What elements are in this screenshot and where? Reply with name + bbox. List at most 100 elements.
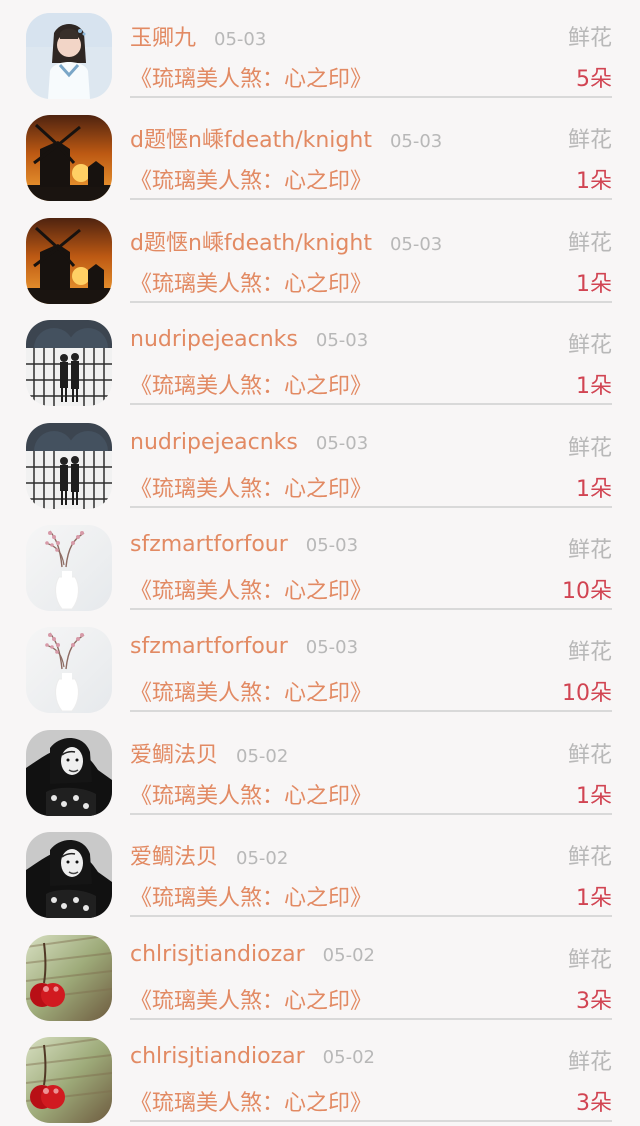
username-text: nudripejeacnks bbox=[130, 429, 298, 455]
gift-record-row[interactable]: d题惬n嵊fdeath/knight 05-03 鲜花《琉璃美人煞：心之印》 1朵 bbox=[0, 205, 640, 307]
gift-type: 鲜花 bbox=[567, 845, 612, 871]
book-title: 《琉璃美人煞：心之印》 bbox=[130, 886, 373, 912]
username: chlrisjtiandiozar 05-02 bbox=[130, 942, 375, 967]
gift-record-row[interactable]: 爱鲷法贝 05-02 鲜花《琉璃美人煞：心之印》 1朵 bbox=[0, 819, 640, 921]
username: d题惬n嵊fdeath/knight 05-03 bbox=[130, 225, 442, 257]
gift-type: 鲜花 bbox=[567, 1049, 612, 1075]
gift-count: 1朵 bbox=[576, 476, 612, 502]
gift-date: 05-02 bbox=[236, 745, 289, 767]
gift-type: 鲜花 bbox=[567, 128, 612, 154]
row-divider bbox=[130, 300, 612, 303]
username-text: 爱鲷法贝 bbox=[130, 845, 219, 871]
gift-count: 1朵 bbox=[576, 886, 612, 912]
gift-count: 3朵 bbox=[576, 1090, 612, 1116]
avatar[interactable] bbox=[26, 832, 112, 919]
row-divider bbox=[130, 812, 612, 815]
avatar[interactable] bbox=[26, 115, 112, 202]
username: 玉卿九 05-03 bbox=[130, 20, 266, 52]
gift-type: 鲜花 bbox=[567, 742, 612, 768]
gift-count: 10朵 bbox=[562, 681, 612, 707]
gift-date: 05-03 bbox=[315, 330, 369, 352]
gift-count: 3朵 bbox=[576, 988, 612, 1014]
username: 爱鲷法贝 05-02 bbox=[130, 839, 288, 871]
username: nudripejeacnks 05-03 bbox=[130, 430, 368, 455]
username-text: sfzmartforfour bbox=[130, 634, 288, 660]
gift-date: 05-02 bbox=[322, 944, 375, 966]
row-divider bbox=[130, 505, 612, 508]
gift-date: 05-03 bbox=[214, 29, 267, 50]
gift-record-list: 玉卿九 05-03 鲜花 《琉璃美人煞：心之印》 5朵 d题惬n嵊fdeath/knig… bbox=[0, 0, 640, 1125]
book-title: 《琉璃美人煞：心之印》 bbox=[130, 988, 373, 1014]
avatar[interactable] bbox=[26, 13, 112, 99]
username-text: chlrisjtiandiozar bbox=[130, 1043, 305, 1069]
gift-type: 鲜花 bbox=[567, 947, 612, 973]
gift-date: 05-03 bbox=[389, 233, 443, 255]
avatar[interactable] bbox=[26, 524, 112, 611]
username-text: d题惬n嵊fdeath/knight bbox=[130, 230, 372, 256]
book-title: 《琉璃美人煞：心之印》 bbox=[130, 578, 373, 604]
gift-type: 鲜花 bbox=[567, 435, 612, 461]
username-text: nudripejeacnks bbox=[130, 327, 298, 353]
gift-record-row[interactable]: chlrisjtiandiozar 05-02 鲜花《琉璃美人煞：心之印》 3朵 bbox=[0, 1024, 640, 1126]
gift-count: 1朵 bbox=[576, 169, 612, 195]
book-title: 《琉璃美人煞：心之印》 bbox=[130, 476, 373, 502]
gift-record-row[interactable]: 爱鲷法贝 05-02 鲜花《琉璃美人煞：心之印》 1朵 bbox=[0, 717, 640, 819]
gift-count: 1朵 bbox=[576, 783, 612, 809]
gift-type: 鲜花 bbox=[567, 26, 612, 51]
gift-date: 05-02 bbox=[236, 848, 289, 870]
row-divider bbox=[130, 607, 612, 610]
gift-date: 05-02 bbox=[322, 1046, 375, 1068]
row-divider bbox=[130, 1017, 612, 1020]
avatar[interactable] bbox=[26, 934, 112, 1021]
gift-count: 1朵 bbox=[576, 271, 612, 297]
username: 爱鲷法贝 05-02 bbox=[130, 737, 288, 769]
gift-record-row[interactable]: nudripejeacnks 05-03 鲜花《琉璃美人煞：心之印》 1朵 bbox=[0, 307, 640, 409]
book-title: 《琉璃美人煞：心之印》 bbox=[130, 374, 373, 400]
gift-record-row[interactable]: 玉卿九 05-03 鲜花《琉璃美人煞：心之印》 5朵 bbox=[0, 0, 640, 102]
avatar[interactable] bbox=[26, 422, 112, 509]
gift-type: 鲜花 bbox=[567, 640, 612, 666]
gift-count: 10朵 bbox=[562, 578, 612, 604]
gift-record-row[interactable]: chlrisjtiandiozar 05-02 鲜花《琉璃美人煞：心之印》 3朵 bbox=[0, 922, 640, 1024]
book-title: 《琉璃美人煞：心之印》 bbox=[130, 271, 373, 297]
row-divider bbox=[130, 915, 612, 918]
avatar[interactable] bbox=[26, 729, 112, 816]
gift-record-row[interactable]: sfzmartforfour 05-03 鲜花《琉璃美人煞：心之印》 10朵 bbox=[0, 614, 640, 716]
row-divider bbox=[130, 198, 612, 201]
row-divider bbox=[130, 403, 612, 406]
book-title: 《琉璃美人煞：心之印》 bbox=[130, 1090, 373, 1116]
username-text: sfzmartforfour bbox=[130, 531, 288, 557]
avatar[interactable] bbox=[26, 217, 112, 304]
row-divider bbox=[130, 710, 612, 713]
username-text: 玉卿九 bbox=[130, 26, 197, 51]
gift-count: 1朵 bbox=[576, 374, 612, 400]
gift-date: 05-03 bbox=[305, 637, 359, 659]
book-title: 《琉璃美人煞：心之印》 bbox=[130, 681, 373, 707]
book-title: 《琉璃美人煞：心之印》 bbox=[130, 67, 373, 92]
gift-date: 05-03 bbox=[389, 131, 443, 153]
gift-record-row[interactable]: nudripejeacnks 05-03 鲜花《琉璃美人煞：心之印》 1朵 bbox=[0, 410, 640, 512]
username-text: d题惬n嵊fdeath/knight bbox=[130, 128, 372, 154]
gift-date: 05-03 bbox=[315, 432, 369, 454]
row-divider bbox=[130, 1119, 612, 1122]
username-text: chlrisjtiandiozar bbox=[130, 941, 305, 967]
username: sfzmartforfour 05-03 bbox=[130, 634, 358, 659]
gift-count: 5朵 bbox=[576, 67, 612, 92]
username: sfzmartforfour 05-03 bbox=[130, 532, 358, 557]
avatar[interactable] bbox=[26, 320, 112, 407]
gift-type: 鲜花 bbox=[567, 537, 612, 563]
gift-date: 05-03 bbox=[305, 534, 359, 556]
avatar[interactable] bbox=[26, 1036, 112, 1123]
book-title: 《琉璃美人煞：心之印》 bbox=[130, 169, 373, 195]
gift-record-row[interactable]: d题惬n嵊fdeath/knight 05-03 鲜花《琉璃美人煞：心之印》 1朵 bbox=[0, 102, 640, 204]
username-text: 爱鲷法贝 bbox=[130, 742, 219, 768]
username: chlrisjtiandiozar 05-02 bbox=[130, 1044, 375, 1069]
row-divider bbox=[130, 96, 612, 98]
username: nudripejeacnks 05-03 bbox=[130, 327, 368, 352]
gift-type: 鲜花 bbox=[567, 333, 612, 359]
avatar[interactable] bbox=[26, 627, 112, 714]
gift-type: 鲜花 bbox=[567, 230, 612, 256]
gift-record-row[interactable]: sfzmartforfour 05-03 鲜花《琉璃美人煞：心之印》 10朵 bbox=[0, 512, 640, 614]
username: d题惬n嵊fdeath/knight 05-03 bbox=[130, 122, 442, 154]
book-title: 《琉璃美人煞：心之印》 bbox=[130, 783, 373, 809]
